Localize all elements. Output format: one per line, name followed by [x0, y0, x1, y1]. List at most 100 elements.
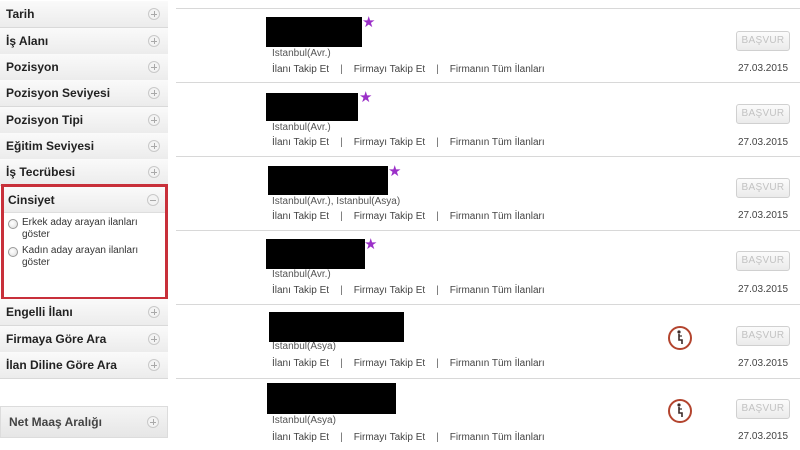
gender-option-female[interactable]: Kadın aday arayan ilanları göster: [4, 241, 165, 269]
redacted-company-logo: [269, 312, 404, 342]
link-separator: |: [340, 64, 343, 75]
filter-sidebar: Tarih İş Alanı Pozisyon Pozisyon Seviyes…: [0, 0, 168, 450]
listing-date: 27.03.2015: [738, 358, 789, 369]
expand-plus-icon[interactable]: [147, 416, 159, 428]
link-separator: |: [340, 432, 343, 443]
listing-date: 27.03.2015: [738, 137, 789, 148]
all-company-listings-link[interactable]: Firmanın Tüm İlanları: [450, 137, 545, 148]
job-listing: Istanbul(Asya) İlanı Takip Et | Firmayı …: [176, 378, 800, 450]
expand-plus-icon[interactable]: [148, 87, 160, 99]
follow-company-link[interactable]: Firmayı Takip Et: [354, 285, 426, 296]
listing-links: İlanı Takip Et | Firmayı Takip Et | Firm…: [272, 211, 545, 222]
filter-egitim-seviyesi[interactable]: Eğitim Seviyesi: [0, 133, 168, 160]
redacted-company-logo: [268, 166, 388, 195]
link-separator: |: [436, 211, 439, 222]
filter-pozisyon-seviyesi[interactable]: Pozisyon Seviyesi: [0, 80, 168, 107]
expand-plus-icon[interactable]: [148, 35, 160, 47]
link-separator: |: [340, 285, 343, 296]
apply-button[interactable]: BAŞVUR: [736, 326, 790, 346]
expand-plus-icon[interactable]: [148, 166, 160, 178]
link-separator: |: [436, 432, 439, 443]
star-icon: ★: [364, 236, 378, 253]
apply-button[interactable]: BAŞVUR: [736, 31, 790, 51]
expand-plus-icon[interactable]: [148, 140, 160, 152]
filter-is-tecrubesi[interactable]: İş Tecrübesi: [0, 159, 168, 186]
filter-net-maas-araligi[interactable]: Net Maaş Aralığı: [0, 406, 168, 438]
job-listing: ★ Istanbul(Avr.), Istanbul(Asya) İlanı T…: [176, 156, 800, 230]
redacted-company-logo: [266, 93, 358, 121]
apply-button[interactable]: BAŞVUR: [736, 251, 790, 271]
listing-date: 27.03.2015: [738, 63, 789, 74]
apply-button[interactable]: BAŞVUR: [736, 104, 790, 124]
listing-links: İlanı Takip Et | Firmayı Takip Et | Firm…: [272, 432, 545, 443]
listing-location: Istanbul(Avr.): [272, 269, 331, 280]
expand-plus-icon[interactable]: [148, 359, 160, 371]
filter-label: Tarih: [6, 7, 35, 21]
follow-listing-link[interactable]: İlanı Takip Et: [272, 358, 329, 369]
filter-ilan-diline-gore-ara[interactable]: İlan Diline Göre Ara: [0, 352, 168, 379]
redacted-company-logo: [266, 17, 362, 47]
listing-links: İlanı Takip Et | Firmayı Takip Et | Firm…: [272, 285, 545, 296]
follow-company-link[interactable]: Firmayı Takip Et: [354, 432, 426, 443]
job-listings: ★ Istanbul(Avr.) İlanı Takip Et | Firmay…: [176, 0, 800, 450]
filter-label: İş Tecrübesi: [6, 165, 76, 179]
radio-button[interactable]: [8, 219, 18, 229]
link-separator: |: [340, 137, 343, 148]
expand-plus-icon[interactable]: [148, 306, 160, 318]
filter-firmaya-gore-ara[interactable]: Firmaya Göre Ara: [0, 326, 168, 353]
radio-label[interactable]: Erkek aday arayan ilanları göster: [22, 217, 161, 241]
filter-label: Cinsiyet: [8, 192, 55, 207]
follow-listing-link[interactable]: İlanı Takip Et: [272, 432, 329, 443]
expand-plus-icon[interactable]: [148, 8, 160, 20]
follow-listing-link[interactable]: İlanı Takip Et: [272, 64, 329, 75]
follow-listing-link[interactable]: İlanı Takip Et: [272, 137, 329, 148]
listing-location: Istanbul(Asya): [272, 415, 336, 426]
follow-company-link[interactable]: Firmayı Takip Et: [354, 358, 426, 369]
disability-icon: [668, 399, 692, 423]
filter-pozisyon[interactable]: Pozisyon: [0, 54, 168, 81]
follow-company-link[interactable]: Firmayı Takip Et: [354, 211, 426, 222]
follow-listing-link[interactable]: İlanı Takip Et: [272, 211, 329, 222]
expand-plus-icon[interactable]: [148, 61, 160, 73]
filter-is-alani[interactable]: İş Alanı: [0, 28, 168, 55]
all-company-listings-link[interactable]: Firmanın Tüm İlanları: [450, 211, 545, 222]
listing-date: 27.03.2015: [738, 210, 789, 221]
follow-listing-link[interactable]: İlanı Takip Et: [272, 285, 329, 296]
expand-plus-icon[interactable]: [148, 333, 160, 345]
filter-cinsiyet[interactable]: Cinsiyet: [4, 187, 165, 213]
listing-links: İlanı Takip Et | Firmayı Takip Et | Firm…: [272, 64, 545, 75]
radio-label[interactable]: Kadın aday arayan ilanları göster: [22, 245, 161, 269]
apply-button[interactable]: BAŞVUR: [736, 399, 790, 419]
expand-plus-icon[interactable]: [148, 114, 160, 126]
filter-label: Pozisyon: [6, 60, 59, 74]
disability-icon: [668, 326, 692, 350]
link-separator: |: [340, 358, 343, 369]
all-company-listings-link[interactable]: Firmanın Tüm İlanları: [450, 358, 545, 369]
filter-tarih[interactable]: Tarih: [0, 1, 168, 28]
star-icon: ★: [359, 89, 373, 106]
listing-location: Istanbul(Asya): [272, 341, 336, 352]
filter-label: İlan Diline Göre Ara: [6, 358, 117, 372]
radio-button[interactable]: [8, 247, 18, 257]
filter-label: İş Alanı: [6, 34, 49, 48]
listing-date: 27.03.2015: [738, 284, 789, 295]
follow-company-link[interactable]: Firmayı Takip Et: [354, 137, 426, 148]
filter-label: Pozisyon Seviyesi: [6, 86, 111, 100]
filter-pozisyon-tipi[interactable]: Pozisyon Tipi: [0, 107, 168, 134]
collapse-minus-icon[interactable]: [147, 193, 159, 206]
listing-date: 27.03.2015: [738, 431, 789, 442]
apply-button[interactable]: BAŞVUR: [736, 178, 790, 198]
job-listing: ★ Istanbul(Avr.) İlanı Takip Et | Firmay…: [176, 82, 800, 156]
all-company-listings-link[interactable]: Firmanın Tüm İlanları: [450, 64, 545, 75]
filter-label: Pozisyon Tipi: [6, 113, 84, 127]
link-separator: |: [436, 64, 439, 75]
gender-option-male[interactable]: Erkek aday arayan ilanları göster: [4, 213, 165, 241]
listing-location: Istanbul(Avr.): [272, 122, 331, 133]
all-company-listings-link[interactable]: Firmanın Tüm İlanları: [450, 285, 545, 296]
filter-label: Eğitim Seviyesi: [6, 139, 95, 153]
follow-company-link[interactable]: Firmayı Takip Et: [354, 64, 426, 75]
link-separator: |: [436, 358, 439, 369]
link-separator: |: [436, 137, 439, 148]
all-company-listings-link[interactable]: Firmanın Tüm İlanları: [450, 432, 545, 443]
filter-engelli-ilani[interactable]: Engelli İlanı: [0, 299, 168, 326]
